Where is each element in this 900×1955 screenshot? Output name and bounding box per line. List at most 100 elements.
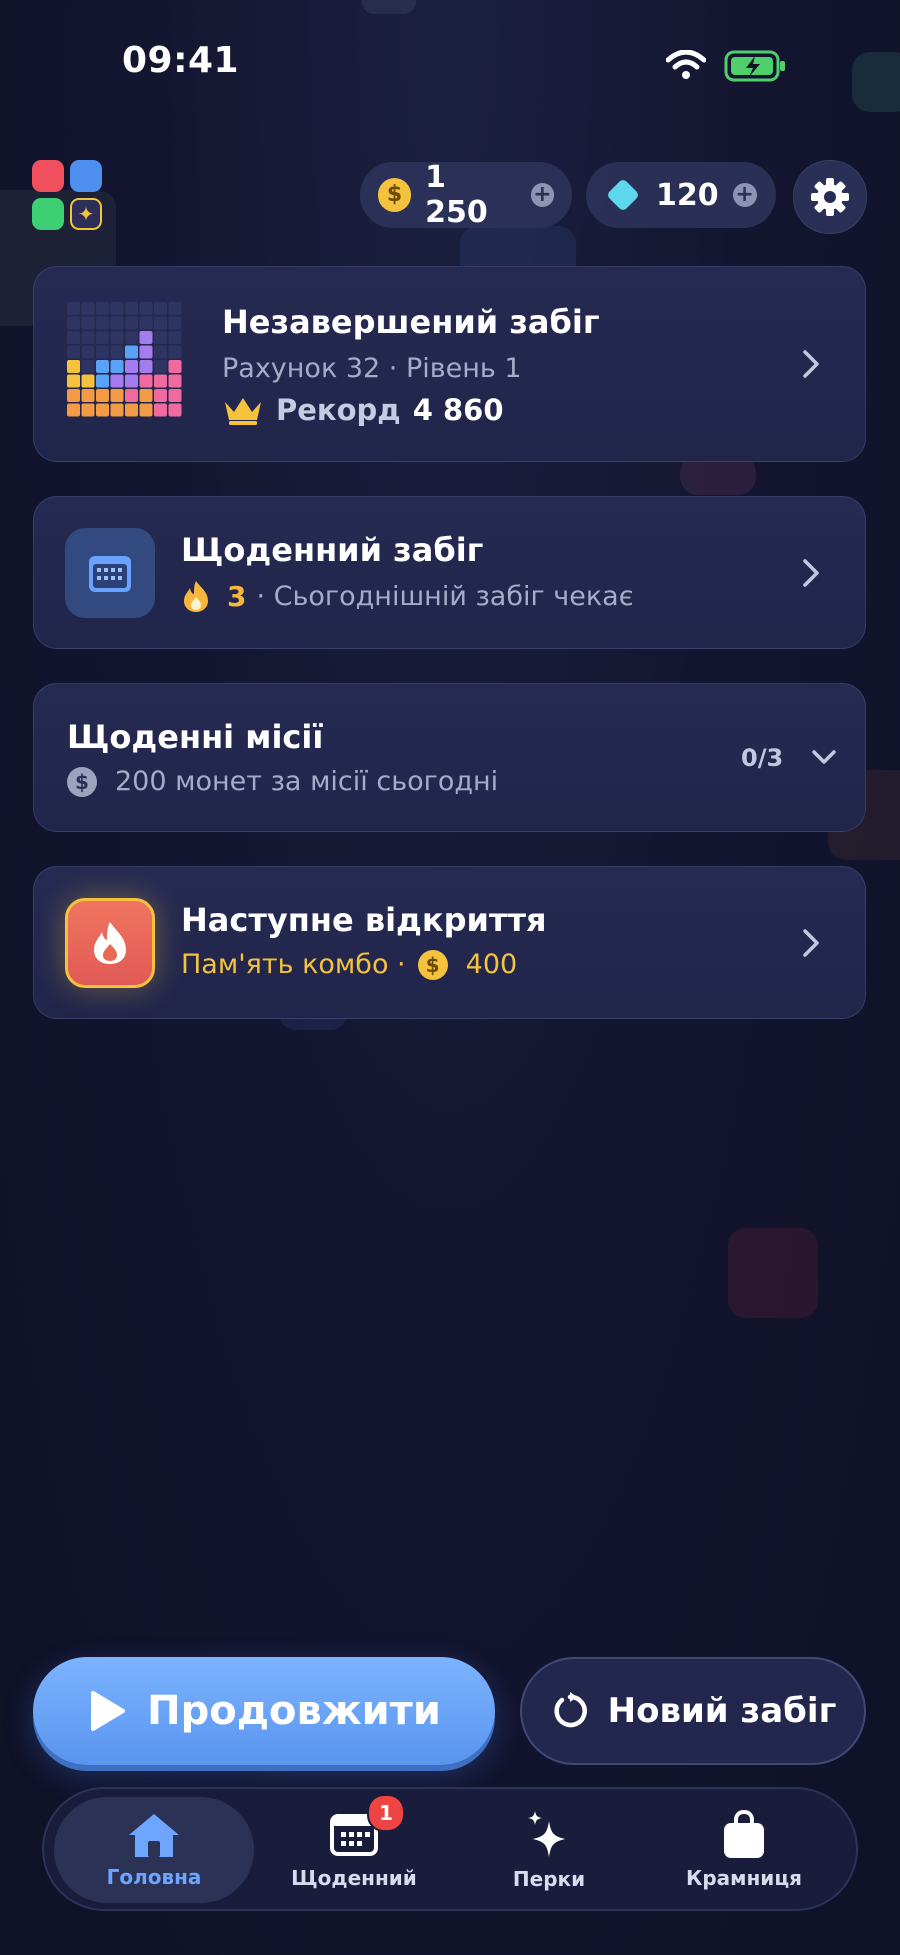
board-cell (125, 302, 138, 315)
board-cell (154, 302, 167, 315)
board-cell (168, 360, 182, 373)
streak-count: 3 (227, 579, 247, 613)
board-cell (139, 374, 153, 388)
board-cell (154, 345, 167, 359)
board-cell (81, 345, 95, 359)
coin-balance[interactable]: $ 1 250 + (360, 160, 572, 230)
restart-icon (554, 1692, 587, 1728)
board-cell (168, 345, 182, 359)
board-cell (81, 316, 95, 330)
board-cell (110, 345, 124, 359)
gem-balance[interactable]: 120 + (586, 162, 776, 228)
gear-icon (811, 178, 849, 216)
tab-home[interactable]: Головна (54, 1797, 254, 1903)
chevron-right-icon (803, 928, 819, 957)
new-run-button[interactable]: Новий забіг (520, 1657, 866, 1765)
settings-button[interactable] (793, 160, 867, 234)
chevron-right-icon (803, 558, 819, 587)
board-cell (125, 374, 138, 388)
board-cell (110, 389, 124, 402)
background-block (852, 52, 900, 112)
next-unlock-row: Пам'ять комбо · $ 400 (181, 949, 517, 980)
crown-icon (225, 398, 261, 425)
board-cell (139, 360, 153, 373)
app-logo: ✦ (32, 160, 104, 232)
daily-run-card[interactable]: Щоденний забіг 3 · Сьогоднішній забіг че… (33, 496, 866, 649)
unfinished-run-card[interactable]: Незавершений забіг Рахунок 32 · Рівень 1… (33, 266, 866, 462)
tab-shop-label: Крамниця (685, 1866, 802, 1890)
board-cell (110, 374, 124, 388)
record-row: Рекорд 4 860 (222, 393, 504, 427)
board-cell (67, 403, 80, 417)
board-cell (67, 360, 80, 373)
board-cell (139, 302, 153, 315)
notification-badge: 1 (367, 1794, 405, 1832)
board-cell (125, 316, 138, 330)
tab-shop[interactable]: Крамниця (644, 1797, 844, 1903)
sparkle-icon: ✦ (70, 198, 102, 230)
continue-button[interactable]: Продовжити (33, 1657, 495, 1765)
board-cell (110, 403, 124, 417)
tab-daily[interactable]: 1 Щоденний (254, 1794, 454, 1903)
daily-run-status-row: 3 · Сьогоднішній забіг чекає (181, 579, 634, 613)
board-cell (96, 374, 109, 388)
daily-run-title: Щоденний забіг (181, 531, 484, 569)
board-cell (125, 331, 138, 344)
chevron-right-icon (803, 350, 819, 378)
board-cell (168, 316, 182, 330)
coin-icon: $ (417, 949, 448, 980)
board-cell (67, 389, 80, 402)
flame-icon (94, 922, 126, 964)
board-cell (110, 360, 124, 373)
board-cell (154, 360, 167, 373)
board-cell (168, 331, 182, 344)
tab-perks[interactable]: Перки (449, 1797, 649, 1903)
board-cell (139, 316, 153, 330)
perk-tile (65, 898, 155, 988)
continue-label: Продовжити (147, 1688, 441, 1734)
unfinished-run-title: Незавершений забіг (222, 303, 600, 341)
next-unlock-title: Наступне відкриття (181, 901, 547, 939)
add-coins-icon[interactable]: + (530, 183, 554, 207)
board-cell (154, 374, 167, 388)
board-cell (96, 345, 109, 359)
board-cell (125, 345, 138, 359)
board-cell (81, 360, 95, 373)
tab-daily-label: Щоденний (291, 1866, 417, 1890)
next-unlock-card[interactable]: Наступне відкриття Пам'ять комбо · $ 400 (33, 866, 866, 1019)
board-cell (67, 331, 80, 344)
record-label: Рекорд (276, 393, 401, 427)
chevron-down-icon[interactable] (804, 737, 844, 777)
add-gems-icon[interactable]: + (732, 183, 757, 207)
coin-icon: $ (378, 178, 412, 212)
board-cell (96, 316, 109, 330)
board-cell (67, 374, 80, 388)
new-run-label: Новий забіг (607, 1691, 837, 1731)
sparkle-icon (528, 1811, 565, 1857)
tab-perks-label: Перки (512, 1867, 586, 1891)
board-cell (154, 403, 167, 417)
background-block (362, 0, 416, 14)
board-cell (154, 389, 167, 402)
gem-icon (608, 180, 638, 210)
home-icon (129, 1814, 179, 1857)
daily-missions-title: Щоденні місії (67, 718, 324, 756)
battery-icon (724, 50, 788, 86)
board-cell (168, 374, 182, 388)
daily-missions-card[interactable]: Щоденні місії $ 200 монет за місії сього… (33, 683, 866, 832)
fire-icon (184, 581, 208, 612)
board-cell (154, 316, 167, 330)
wifi-icon (665, 49, 707, 84)
board-cell (168, 302, 182, 315)
board-cell (81, 331, 95, 344)
board-cell (96, 403, 109, 417)
board-cell (81, 403, 95, 417)
board-cell (139, 403, 153, 417)
board-cell (67, 302, 80, 315)
board-cell (139, 331, 153, 344)
missions-progress: 0/3 (741, 744, 784, 772)
board-cell (110, 316, 124, 330)
board-preview (65, 300, 195, 434)
missions-reward-text: 200 монет за місії сьогодні (115, 766, 499, 797)
shopping-bag-icon (724, 1810, 764, 1858)
